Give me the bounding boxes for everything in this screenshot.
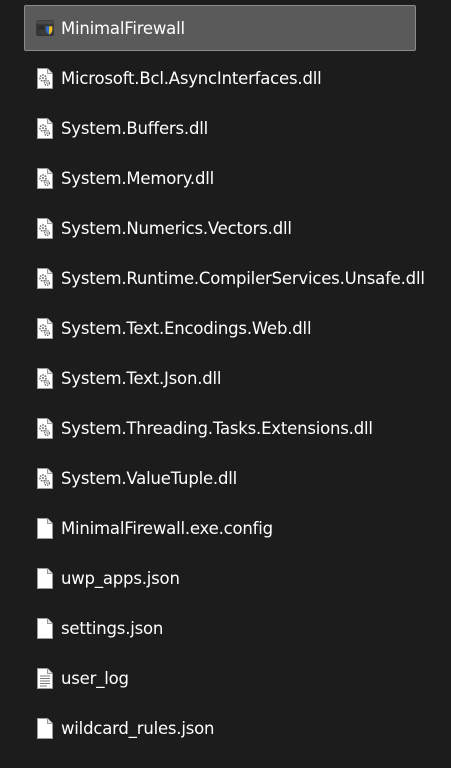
dll-gear-file-icon (36, 67, 54, 89)
file-item-system-text-json-dll[interactable]: System.Text.Json.dll (24, 355, 416, 401)
file-item-system-numerics-vectors-dll[interactable]: System.Numerics.Vectors.dll (24, 205, 416, 251)
file-name: System.Text.Json.dll (61, 368, 222, 388)
file-item-system-runtime-compilerservices-unsafe-dll[interactable]: System.Runtime.CompilerServices.Unsafe.d… (24, 255, 425, 301)
file-list: MinimalFirewall Microsoft.Bcl.AsyncInter… (0, 0, 451, 768)
dll-gear-file-icon (36, 117, 54, 139)
file-item-system-buffers-dll[interactable]: System.Buffers.dll (24, 105, 416, 151)
dll-gear-file-icon (36, 417, 54, 439)
blank-file-icon (36, 567, 54, 589)
blank-file-icon (36, 517, 54, 539)
file-item-user-log[interactable]: user_log (24, 655, 416, 701)
file-name: settings.json (61, 618, 164, 638)
file-item-microsoft-bcl-asyncinterfaces-dll[interactable]: Microsoft.Bcl.AsyncInterfaces.dll (24, 55, 416, 101)
blank-file-icon (36, 717, 54, 739)
text-file-icon (36, 667, 54, 689)
file-item-system-text-encodings-web-dll[interactable]: System.Text.Encodings.Web.dll (24, 305, 416, 351)
file-name: System.ValueTuple.dll (61, 468, 238, 488)
dll-gear-file-icon (36, 317, 54, 339)
file-name: wildcard_rules.json (61, 718, 215, 738)
file-item-wildcard-rules-json[interactable]: wildcard_rules.json (24, 705, 416, 751)
file-name: System.Numerics.Vectors.dll (61, 218, 292, 238)
file-item-system-valuetuple-dll[interactable]: System.ValueTuple.dll (24, 455, 416, 501)
file-name: System.Text.Encodings.Web.dll (61, 318, 312, 338)
file-item-minimalfirewall-exe-config[interactable]: MinimalFirewall.exe.config (24, 505, 416, 551)
dll-gear-file-icon (36, 167, 54, 189)
file-name: MinimalFirewall.exe.config (61, 518, 273, 538)
blank-file-icon (36, 617, 54, 639)
file-name: System.Threading.Tasks.Extensions.dll (61, 418, 373, 438)
application-exe-icon (36, 17, 54, 39)
dll-gear-file-icon (36, 467, 54, 489)
file-name: Microsoft.Bcl.AsyncInterfaces.dll (61, 68, 322, 88)
file-item-system-threading-tasks-extensions-dll[interactable]: System.Threading.Tasks.Extensions.dll (24, 405, 416, 451)
dll-gear-file-icon (36, 267, 54, 289)
file-name: uwp_apps.json (61, 568, 180, 588)
dll-gear-file-icon (36, 217, 54, 239)
file-name: MinimalFirewall (61, 18, 185, 38)
file-item-minimalfirewall[interactable]: MinimalFirewall (24, 5, 416, 51)
file-name: user_log (61, 668, 129, 688)
file-name: System.Runtime.CompilerServices.Unsafe.d… (61, 268, 425, 288)
file-name: System.Buffers.dll (61, 118, 208, 138)
file-item-system-memory-dll[interactable]: System.Memory.dll (24, 155, 416, 201)
dll-gear-file-icon (36, 367, 54, 389)
file-item-settings-json[interactable]: settings.json (24, 605, 416, 651)
file-item-uwp-apps-json[interactable]: uwp_apps.json (24, 555, 416, 601)
file-name: System.Memory.dll (61, 168, 215, 188)
